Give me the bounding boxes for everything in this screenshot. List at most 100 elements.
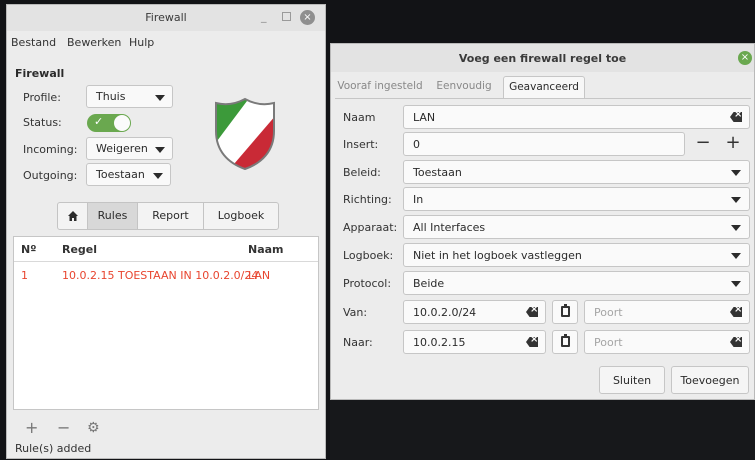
- policy-label: Beleid:: [343, 166, 381, 179]
- paste-from-button[interactable]: [552, 300, 578, 324]
- home-tab[interactable]: [58, 203, 88, 229]
- outgoing-label: Outgoing:: [23, 169, 78, 182]
- close-window-button[interactable]: ×: [300, 10, 315, 25]
- close-button[interactable]: Sluiten: [599, 366, 665, 394]
- outgoing-select[interactable]: Toestaan: [86, 163, 171, 186]
- device-value: All Interfaces: [413, 221, 486, 234]
- gear-icon[interactable]: ⚙: [87, 420, 100, 436]
- chevron-down-icon: [155, 95, 165, 101]
- titlebar: Firewall _ ×: [7, 5, 325, 31]
- menubar: Bestand Bewerken Hulp: [7, 31, 325, 55]
- tab-geavanceerd[interactable]: Geavanceerd: [503, 76, 585, 98]
- to-label: Naar:: [343, 336, 373, 349]
- incoming-select[interactable]: Weigeren: [86, 137, 173, 160]
- desktop-background: [330, 400, 755, 460]
- status-bar: Rule(s) added: [15, 442, 92, 455]
- insert-value: 0: [413, 138, 420, 151]
- name-label: Naam: [343, 111, 376, 124]
- protocol-select[interactable]: Beide: [403, 271, 750, 295]
- status-label: Status:: [23, 116, 62, 129]
- from-address-input[interactable]: 10.0.2.0/24: [403, 300, 546, 324]
- paste-to-button[interactable]: [552, 330, 578, 354]
- remove-rule-button[interactable]: −: [57, 418, 70, 437]
- menu-bestand[interactable]: Bestand: [11, 36, 56, 49]
- direction-value: In: [413, 193, 424, 206]
- close-icon[interactable]: ×: [738, 51, 752, 65]
- column-header-no[interactable]: Nº: [21, 243, 36, 256]
- dialog-title: Voeg een firewall regel toe: [458, 52, 627, 65]
- insert-label: Insert:: [343, 138, 379, 151]
- shield-icon: [215, 97, 275, 171]
- insert-input[interactable]: 0: [403, 132, 685, 156]
- maximize-button[interactable]: [282, 12, 291, 21]
- chevron-down-icon: [155, 147, 165, 153]
- add-button[interactable]: Toevoegen: [671, 366, 749, 394]
- clear-icon[interactable]: [730, 307, 742, 317]
- chevron-down-icon: [731, 170, 741, 176]
- from-port-input[interactable]: Poort: [584, 300, 750, 324]
- check-icon: ✓: [94, 115, 104, 128]
- clipboard-icon: [561, 304, 570, 317]
- tab-divider: [335, 98, 751, 99]
- row-rule: 10.0.2.15 TOESTAAN IN 10.0.2.0/24: [62, 269, 259, 282]
- menu-hulp[interactable]: Hulp: [129, 36, 154, 49]
- tab-logboek[interactable]: Logboek: [204, 203, 278, 229]
- device-select[interactable]: All Interfaces: [403, 215, 750, 239]
- direction-select[interactable]: In: [403, 187, 750, 211]
- header-divider: [14, 261, 318, 262]
- firewall-window: Firewall _ × Bestand Bewerken Hulp Firew…: [6, 4, 326, 459]
- profile-label: Profile:: [23, 91, 61, 104]
- add-rule-dialog: Voeg een firewall regel toe × Vooraf ing…: [330, 43, 755, 400]
- log-label: Logboek:: [343, 249, 394, 262]
- chevron-down-icon: [153, 173, 163, 179]
- policy-value: Toestaan: [413, 166, 462, 179]
- chevron-down-icon: [731, 197, 741, 203]
- decrement-button[interactable]: −: [689, 132, 717, 156]
- clear-icon[interactable]: [526, 337, 538, 347]
- to-port-placeholder: Poort: [594, 336, 623, 349]
- clear-icon[interactable]: [526, 307, 538, 317]
- clear-icon[interactable]: [730, 337, 742, 347]
- column-header-regel[interactable]: Regel: [62, 243, 97, 256]
- tab-rules[interactable]: Rules: [88, 203, 138, 229]
- to-port-input[interactable]: Poort: [584, 330, 750, 354]
- add-rule-button[interactable]: +: [25, 418, 38, 437]
- clear-icon[interactable]: [730, 112, 742, 122]
- from-port-placeholder: Poort: [594, 306, 623, 319]
- window-title: Firewall: [145, 11, 187, 24]
- incoming-value: Weigeren: [96, 142, 148, 155]
- status-toggle[interactable]: ✓: [87, 114, 131, 132]
- name-value: LAN: [413, 111, 436, 124]
- direction-label: Richting:: [343, 193, 392, 206]
- row-name: LAN: [248, 269, 271, 282]
- log-value: Niet in het logboek vastleggen: [413, 249, 582, 262]
- device-label: Apparaat:: [343, 221, 398, 234]
- from-label: Van:: [343, 306, 368, 319]
- log-select[interactable]: Niet in het logboek vastleggen: [403, 243, 750, 267]
- dialog-titlebar: Voeg een firewall regel toe ×: [331, 44, 754, 72]
- protocol-label: Protocol:: [343, 277, 392, 290]
- menu-bewerken[interactable]: Bewerken: [67, 36, 121, 49]
- to-address-input[interactable]: 10.0.2.15: [403, 330, 546, 354]
- from-address-value: 10.0.2.0/24: [413, 306, 477, 319]
- rules-tabbar: Rules Report Logboek: [57, 202, 279, 230]
- rules-table: Nº Regel Naam 1 10.0.2.15 TOESTAAN IN 10…: [13, 236, 319, 410]
- tab-eenvoudig[interactable]: Eenvoudig: [431, 76, 497, 98]
- section-title: Firewall: [15, 67, 65, 80]
- to-address-value: 10.0.2.15: [413, 336, 466, 349]
- tab-report[interactable]: Report: [138, 203, 204, 229]
- tab-vooraf-ingesteld[interactable]: Vooraf ingesteld: [335, 76, 425, 98]
- chevron-down-icon: [731, 225, 741, 231]
- name-input[interactable]: LAN: [403, 105, 750, 129]
- minimize-button[interactable]: _: [261, 10, 267, 23]
- column-header-naam[interactable]: Naam: [248, 243, 284, 256]
- incoming-label: Incoming:: [23, 143, 78, 156]
- chevron-down-icon: [731, 253, 741, 259]
- profile-select[interactable]: Thuis: [86, 85, 173, 108]
- outgoing-value: Toestaan: [96, 168, 145, 181]
- row-number: 1: [21, 269, 28, 282]
- policy-select[interactable]: Toestaan: [403, 160, 750, 184]
- protocol-value: Beide: [413, 277, 445, 290]
- increment-button[interactable]: +: [719, 132, 747, 156]
- clipboard-icon: [561, 334, 570, 347]
